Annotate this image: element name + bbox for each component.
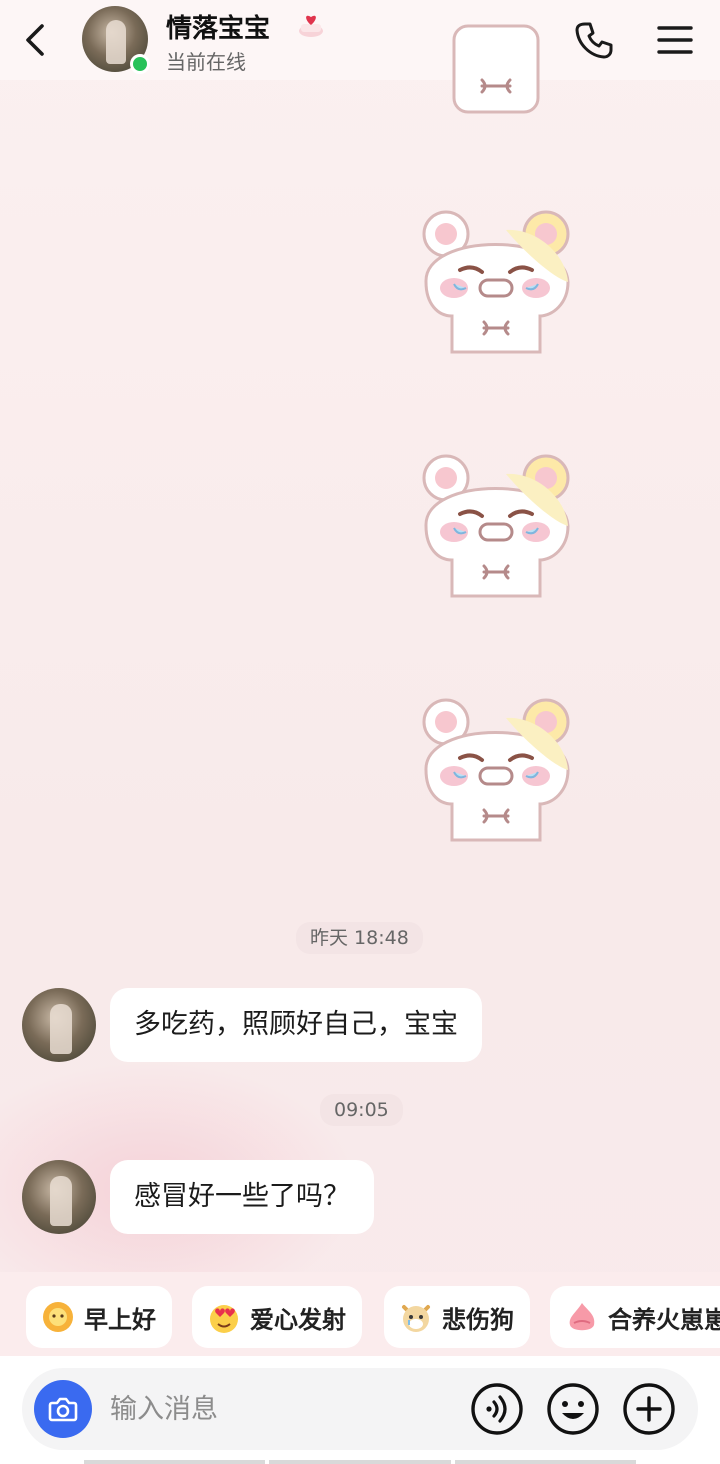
chat-background — [0, 0, 720, 1464]
voice-wave-icon — [471, 1383, 523, 1435]
message-bubble[interactable]: 多吃药，照顾好自己，宝宝 — [110, 988, 482, 1062]
hamburger-menu-icon — [657, 26, 693, 54]
sad-dog-icon — [402, 1305, 430, 1332]
message-bubble[interactable]: 感冒好一些了吗？ — [110, 1160, 374, 1234]
contact-name[interactable]: 情落宝宝 — [166, 8, 270, 45]
camera-icon — [48, 1397, 78, 1422]
quick-reply-chip[interactable]: 爱心发射 — [192, 1286, 362, 1348]
heart-cake-icon[interactable] — [296, 10, 326, 40]
quick-reply-label: 早上好 — [84, 1305, 156, 1334]
plus-icon — [623, 1383, 675, 1435]
bottom-divider — [84, 1460, 636, 1464]
quick-reply-chip[interactable]: 合养火崽崽 — [550, 1286, 720, 1348]
fire-pet-icon — [569, 1303, 595, 1331]
smile-emoji-icon — [547, 1383, 599, 1435]
phone-icon — [575, 22, 613, 59]
quick-reply-label: 合养火崽崽 — [608, 1305, 720, 1334]
quick-reply-label: 悲伤狗 — [442, 1305, 514, 1334]
chevron-left-icon — [26, 24, 44, 56]
crying-bear-sticker[interactable] — [416, 448, 576, 608]
contact-status: 当前在线 — [166, 50, 246, 74]
avatar[interactable] — [22, 1160, 96, 1234]
message-input[interactable] — [110, 1384, 450, 1434]
timestamp: 昨天 18:48 — [296, 922, 423, 954]
online-status-dot — [130, 54, 150, 74]
quick-reply-bar: 早上好 爱心发射 悲伤狗 合养火崽崽 — [0, 1272, 720, 1356]
quick-reply-chip[interactable]: 悲伤狗 — [384, 1286, 530, 1348]
crying-bear-sticker[interactable] — [416, 692, 576, 852]
avatar[interactable] — [22, 988, 96, 1062]
timestamp: 09:05 — [320, 1094, 403, 1126]
input-bar — [0, 1356, 720, 1464]
quick-reply-chip[interactable]: 早上好 — [26, 1286, 172, 1348]
sun-flower-icon — [43, 1302, 73, 1332]
contact-avatar-button[interactable] — [82, 6, 150, 74]
camera-button[interactable] — [34, 1380, 92, 1438]
menu-button[interactable] — [656, 22, 694, 58]
call-button[interactable] — [574, 20, 614, 60]
chat-header: 情落宝宝 当前在线 — [0, 0, 720, 80]
back-button[interactable] — [16, 18, 56, 62]
quick-reply-label: 爱心发射 — [250, 1305, 346, 1334]
crying-bear-sticker[interactable] — [416, 204, 576, 364]
plus-button[interactable] — [622, 1382, 676, 1436]
heart-eyes-icon — [210, 1305, 238, 1333]
crying-bear-sticker[interactable] — [416, 0, 576, 116]
emoji-button[interactable] — [546, 1382, 600, 1436]
voice-button[interactable] — [470, 1382, 524, 1436]
